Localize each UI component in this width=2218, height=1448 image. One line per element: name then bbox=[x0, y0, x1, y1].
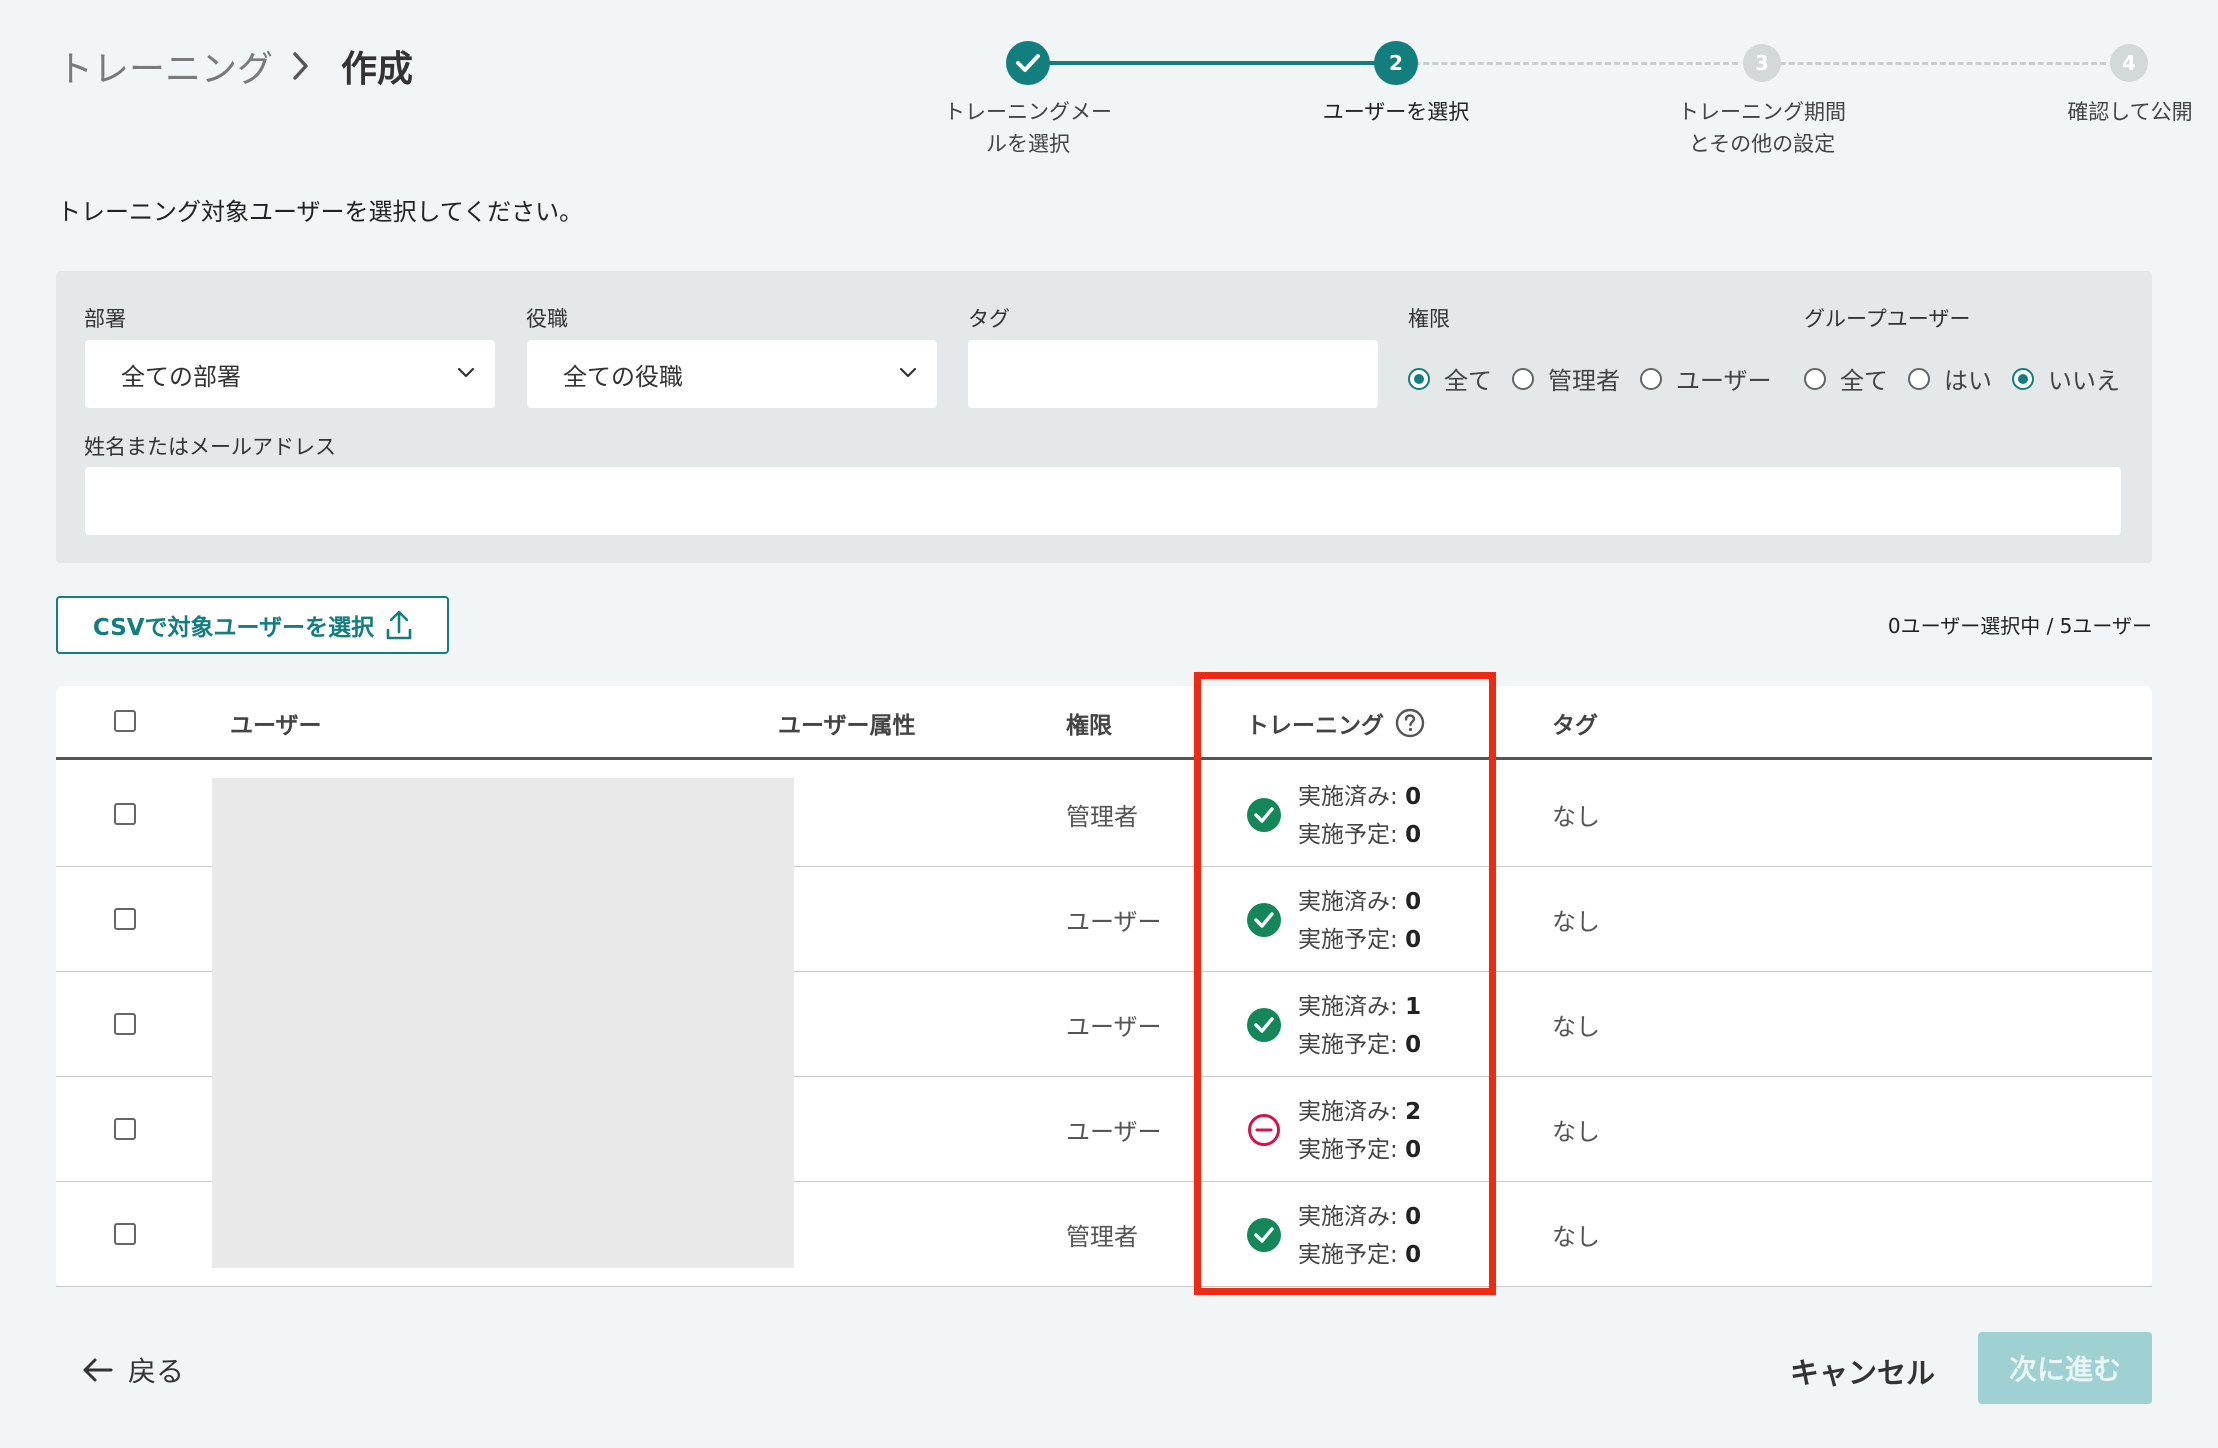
row-checkbox[interactable] bbox=[114, 803, 136, 825]
permission-radio-group: 全て 管理者 ユーザー bbox=[1408, 361, 1792, 396]
header-user-attribute[interactable]: ユーザー属性 bbox=[778, 706, 916, 740]
header-user[interactable]: ユーザー bbox=[230, 706, 322, 740]
highlight-box bbox=[1194, 672, 1496, 1295]
header-permission[interactable]: 権限 bbox=[1066, 706, 1112, 740]
department-select-value: 全ての部署 bbox=[121, 362, 241, 391]
step-2-number: 2 bbox=[1374, 41, 1418, 85]
csv-select-label: CSVで対象ユーザーを選択 bbox=[92, 615, 375, 641]
step-2-label: ユーザーを選択 bbox=[1322, 100, 1470, 124]
stepper-line-complete bbox=[1028, 61, 1396, 65]
arrow-left-icon bbox=[83, 1358, 113, 1382]
row-checkbox[interactable] bbox=[114, 908, 136, 930]
radio-checked[interactable] bbox=[2012, 367, 2034, 390]
step-4-number: 4 bbox=[2110, 44, 2148, 82]
back-label: 戻る bbox=[128, 1355, 185, 1388]
cancel-button[interactable]: キャンセル bbox=[1790, 1350, 1935, 1392]
row-permission: 管理者 bbox=[1066, 1223, 1138, 1251]
step-1-check-icon bbox=[1006, 41, 1050, 85]
step-1-label: トレーニングメー ルを選択 bbox=[944, 100, 1112, 156]
row-tag: なし bbox=[1552, 1118, 1600, 1146]
name-email-label: 姓名またはメールアドレス bbox=[84, 435, 336, 459]
row-tag: なし bbox=[1552, 1223, 1600, 1251]
table-header: ユーザー ユーザー属性 権限 トレーニング タグ bbox=[56, 686, 2152, 760]
row-tag: なし bbox=[1552, 1013, 1600, 1041]
position-select-value: 全ての役職 bbox=[563, 362, 683, 391]
position-label: 役職 bbox=[526, 307, 568, 331]
name-email-input[interactable] bbox=[85, 467, 2121, 535]
radio-unchecked[interactable] bbox=[1908, 367, 1930, 390]
group-user-option-all[interactable]: 全て bbox=[1804, 361, 1888, 396]
group-user-label: グループユーザー bbox=[1804, 307, 1971, 331]
filter-panel: 部署 全ての部署 役職 全ての役職 タグ 権限 全て 管理者 ユーザー グループ… bbox=[56, 271, 2152, 563]
step-4-label: 確認して公開 bbox=[2067, 100, 2193, 124]
row-permission: ユーザー bbox=[1066, 1118, 1162, 1146]
group-user-option-yes[interactable]: はい bbox=[1908, 361, 1992, 396]
row-checkbox[interactable] bbox=[114, 1013, 136, 1035]
progress-stepper: トレーニングメー ルを選択 2 ユーザーを選択 3 トレーニング期間 とその他の… bbox=[900, 36, 2200, 166]
selection-count: 0ユーザー選択中 / 5ユーザー bbox=[1887, 614, 2152, 638]
breadcrumb-training-link[interactable]: トレーニング bbox=[57, 40, 273, 92]
stepper-line-pending bbox=[1762, 62, 2106, 65]
radio-unchecked[interactable] bbox=[1804, 367, 1826, 390]
chevron-down-icon bbox=[899, 367, 917, 378]
instruction-text: トレーニング対象ユーザーを選択してください。 bbox=[57, 198, 584, 226]
header-tag[interactable]: タグ bbox=[1552, 706, 1598, 740]
row-permission: ユーザー bbox=[1066, 1013, 1162, 1041]
breadcrumb: トレーニング 作成 bbox=[57, 40, 413, 92]
chevron-right-icon bbox=[273, 40, 329, 92]
position-select[interactable]: 全ての役職 bbox=[527, 340, 937, 408]
department-select[interactable]: 全ての部署 bbox=[85, 340, 495, 408]
step-3-number: 3 bbox=[1743, 44, 1781, 82]
permission-option-admin[interactable]: 管理者 bbox=[1512, 361, 1620, 396]
page-title: 作成 bbox=[341, 49, 414, 90]
row-tag: なし bbox=[1552, 803, 1600, 831]
step-3-label: トレーニング期間 とその他の設定 bbox=[1678, 100, 1846, 156]
tag-label: タグ bbox=[968, 307, 1010, 331]
row-tag: なし bbox=[1552, 908, 1600, 936]
row-checkbox[interactable] bbox=[114, 1118, 136, 1140]
tag-input[interactable] bbox=[968, 340, 1378, 408]
row-checkbox[interactable] bbox=[114, 1223, 136, 1245]
chevron-down-icon bbox=[457, 367, 475, 378]
back-button[interactable]: 戻る bbox=[82, 1350, 184, 1390]
radio-unchecked[interactable] bbox=[1640, 367, 1662, 390]
next-button[interactable]: 次に進む bbox=[1978, 1332, 2152, 1404]
radio-checked[interactable] bbox=[1408, 367, 1430, 390]
department-label: 部署 bbox=[84, 307, 126, 331]
row-permission: ユーザー bbox=[1066, 908, 1162, 936]
group-user-option-no[interactable]: いいえ bbox=[2012, 361, 2120, 396]
permission-option-all[interactable]: 全て bbox=[1408, 361, 1492, 396]
csv-select-button[interactable]: CSVで対象ユーザーを選択 bbox=[56, 596, 449, 654]
radio-unchecked[interactable] bbox=[1512, 367, 1534, 390]
permission-label: 権限 bbox=[1408, 307, 1450, 331]
group-user-radio-group: 全て はい いいえ bbox=[1804, 361, 2140, 396]
select-all-checkbox[interactable] bbox=[114, 710, 136, 732]
redacted-user-info bbox=[212, 778, 794, 1268]
permission-option-user[interactable]: ユーザー bbox=[1640, 361, 1772, 396]
upload-icon bbox=[386, 610, 412, 640]
row-permission: 管理者 bbox=[1066, 803, 1138, 831]
stepper-line-pending bbox=[1396, 62, 1738, 65]
